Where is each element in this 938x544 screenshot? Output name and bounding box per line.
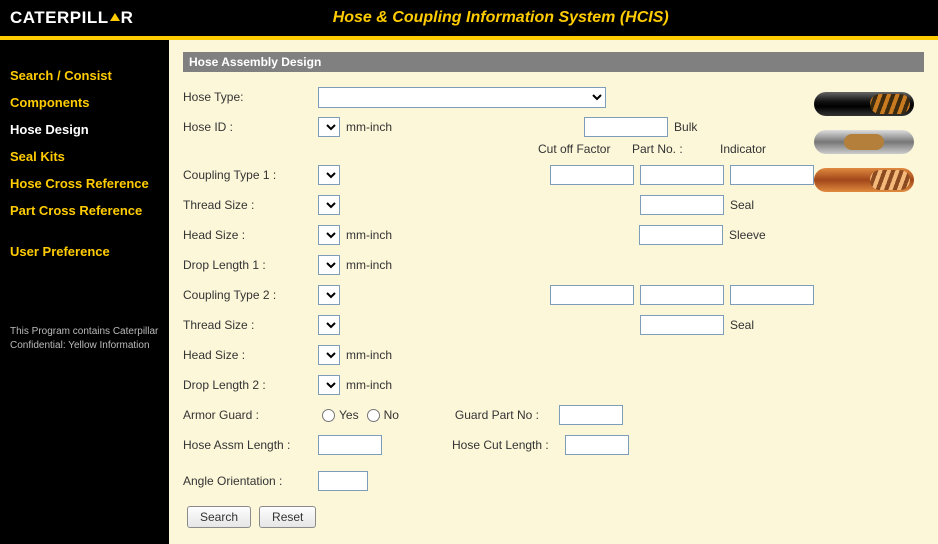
ct1-indicator-input[interactable]: [730, 165, 814, 185]
main-panel: Hose Assembly Design Hose Type: Hose ID …: [169, 40, 938, 544]
ct2-indicator-input[interactable]: [730, 285, 814, 305]
coupling-type-2-select[interactable]: [318, 285, 340, 305]
hose-image-black: [814, 92, 914, 116]
seal-2-input[interactable]: [640, 315, 724, 335]
sidebar-item-user-preference[interactable]: User Preference: [10, 238, 169, 265]
hose-id-select[interactable]: [318, 117, 340, 137]
sidebar-item-seal-kits[interactable]: Seal Kits: [10, 143, 169, 170]
head-size-2-select[interactable]: [318, 345, 340, 365]
armor-guard-no-label: No: [384, 408, 399, 422]
sidebar: Search / Consist Components Hose Design …: [0, 40, 169, 544]
armor-guard-no-radio[interactable]: [367, 409, 380, 422]
drop-length-1-unit: mm-inch: [346, 258, 392, 272]
thread-size-2-label: Thread Size :: [183, 318, 318, 332]
logo-text-right: R: [121, 8, 134, 28]
ct2-cutoff-input[interactable]: [550, 285, 634, 305]
logo-text-left: CATERPILL: [10, 8, 109, 28]
ct2-partno-input[interactable]: [640, 285, 724, 305]
confidential-notice: This Program contains Caterpillar Confid…: [10, 325, 169, 353]
sidebar-item-components[interactable]: Components: [10, 89, 169, 116]
head-size-1-select[interactable]: [318, 225, 340, 245]
guard-part-no-input[interactable]: [559, 405, 623, 425]
logo-triangle-icon: [110, 13, 120, 21]
drop-length-2-unit: mm-inch: [346, 378, 392, 392]
angle-orientation-input[interactable]: [318, 471, 368, 491]
col-cut-off-factor: Cut off Factor: [538, 142, 632, 156]
hose-assm-length-label: Hose Assm Length :: [183, 438, 318, 452]
hose-type-label: Hose Type:: [183, 90, 318, 104]
head-size-1-unit: mm-inch: [346, 228, 392, 242]
brand-logo: CATERPILL R: [10, 8, 133, 28]
hose-image-cutaway: [814, 130, 914, 154]
sidebar-item-hose-design[interactable]: Hose Design: [10, 116, 169, 143]
sidebar-item-search-consist[interactable]: Search / Consist: [10, 62, 169, 89]
drop-length-2-select[interactable]: [318, 375, 340, 395]
armor-guard-yes-label: Yes: [339, 408, 359, 422]
thread-size-2-select[interactable]: [318, 315, 340, 335]
coupling-type-1-label: Coupling Type 1 :: [183, 168, 318, 182]
drop-length-1-label: Drop Length 1 :: [183, 258, 318, 272]
angle-orientation-label: Angle Orientation :: [183, 474, 318, 488]
hose-id-label: Hose ID :: [183, 120, 318, 134]
hose-cut-length-label: Hose Cut Length :: [452, 438, 549, 452]
hose-id-unit: mm-inch: [346, 120, 392, 134]
coupling-type-1-select[interactable]: [318, 165, 340, 185]
seal-1-label: Seal: [730, 198, 754, 212]
guard-part-no-label: Guard Part No :: [455, 408, 539, 422]
hose-images: [814, 82, 924, 528]
head-size-2-unit: mm-inch: [346, 348, 392, 362]
ct1-cutoff-input[interactable]: [550, 165, 634, 185]
reset-button[interactable]: Reset: [259, 506, 316, 528]
armor-guard-yes-radio[interactable]: [322, 409, 335, 422]
seal-2-label: Seal: [730, 318, 754, 332]
hose-image-orange: [814, 168, 914, 192]
coupling-type-2-label: Coupling Type 2 :: [183, 288, 318, 302]
hose-assm-length-input[interactable]: [318, 435, 382, 455]
hose-type-select[interactable]: [318, 87, 606, 108]
armor-guard-label: Armor Guard :: [183, 408, 318, 422]
bulk-label: Bulk: [674, 120, 697, 134]
col-indicator: Indicator: [720, 142, 800, 156]
head-size-2-label: Head Size :: [183, 348, 318, 362]
head-size-1-label: Head Size :: [183, 228, 318, 242]
panel-title: Hose Assembly Design: [183, 52, 924, 72]
col-part-no: Part No. :: [632, 142, 720, 156]
thread-size-1-label: Thread Size :: [183, 198, 318, 212]
app-title: Hose & Coupling Information System (HCIS…: [133, 9, 928, 27]
seal-1-input[interactable]: [640, 195, 724, 215]
sleeve-label: Sleeve: [729, 228, 766, 242]
hose-cut-length-input[interactable]: [565, 435, 629, 455]
drop-length-2-label: Drop Length 2 :: [183, 378, 318, 392]
search-button[interactable]: Search: [187, 506, 251, 528]
sidebar-item-hose-cross-ref[interactable]: Hose Cross Reference: [10, 170, 169, 197]
drop-length-1-select[interactable]: [318, 255, 340, 275]
ct1-partno-input[interactable]: [640, 165, 724, 185]
sidebar-item-part-cross-ref[interactable]: Part Cross Reference: [10, 197, 169, 224]
sleeve-input[interactable]: [639, 225, 723, 245]
thread-size-1-select[interactable]: [318, 195, 340, 215]
bulk-input[interactable]: [584, 117, 668, 137]
